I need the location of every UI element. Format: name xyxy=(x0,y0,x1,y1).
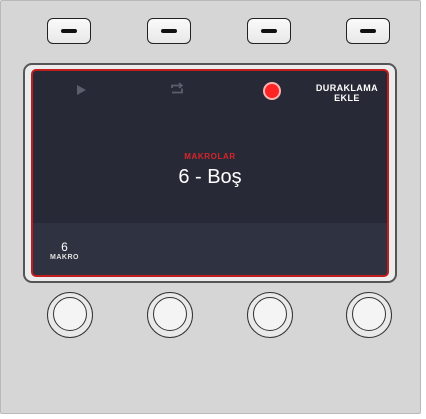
macro-count-value: 6 xyxy=(61,240,68,254)
knob-4[interactable] xyxy=(346,292,392,338)
lcd-bottom-band xyxy=(33,223,387,275)
dash-icon xyxy=(360,29,376,33)
add-pause-label-line2: EKLE xyxy=(334,93,360,103)
dash-icon xyxy=(261,29,277,33)
loop-icon[interactable] xyxy=(169,82,185,96)
knob-cap xyxy=(153,297,187,331)
soft-button-4[interactable] xyxy=(346,18,390,44)
macros-label: MAKROLAR xyxy=(184,152,236,161)
lcd-screen: DURAKLAMA EKLE MAKROLAR 6 - Boş 6 MAKRO xyxy=(31,69,389,277)
knob-cap xyxy=(53,297,87,331)
add-pause-button[interactable]: DURAKLAMA EKLE xyxy=(316,83,378,103)
add-pause-label-line1: DURAKLAMA xyxy=(315,83,378,93)
control-panel: DURAKLAMA EKLE MAKROLAR 6 - Boş 6 MAKRO xyxy=(0,0,421,414)
knob-cap xyxy=(352,297,386,331)
dash-icon xyxy=(61,29,77,33)
record-icon[interactable] xyxy=(265,84,279,98)
soft-button-1[interactable] xyxy=(47,18,91,44)
knob-1[interactable] xyxy=(47,292,93,338)
soft-button-3[interactable] xyxy=(247,18,291,44)
dash-icon xyxy=(161,29,177,33)
macro-selector[interactable]: 6 MAKRO xyxy=(50,240,79,261)
macro-name: 6 - Boş xyxy=(178,166,242,188)
knob-cap xyxy=(253,297,287,331)
knob-3[interactable] xyxy=(247,292,293,338)
play-icon[interactable] xyxy=(77,85,86,95)
lcd-bezel: DURAKLAMA EKLE MAKROLAR 6 - Boş 6 MAKRO xyxy=(23,63,397,283)
knob-2[interactable] xyxy=(147,292,193,338)
macro-count-label: MAKRO xyxy=(50,254,79,261)
soft-button-2[interactable] xyxy=(147,18,191,44)
